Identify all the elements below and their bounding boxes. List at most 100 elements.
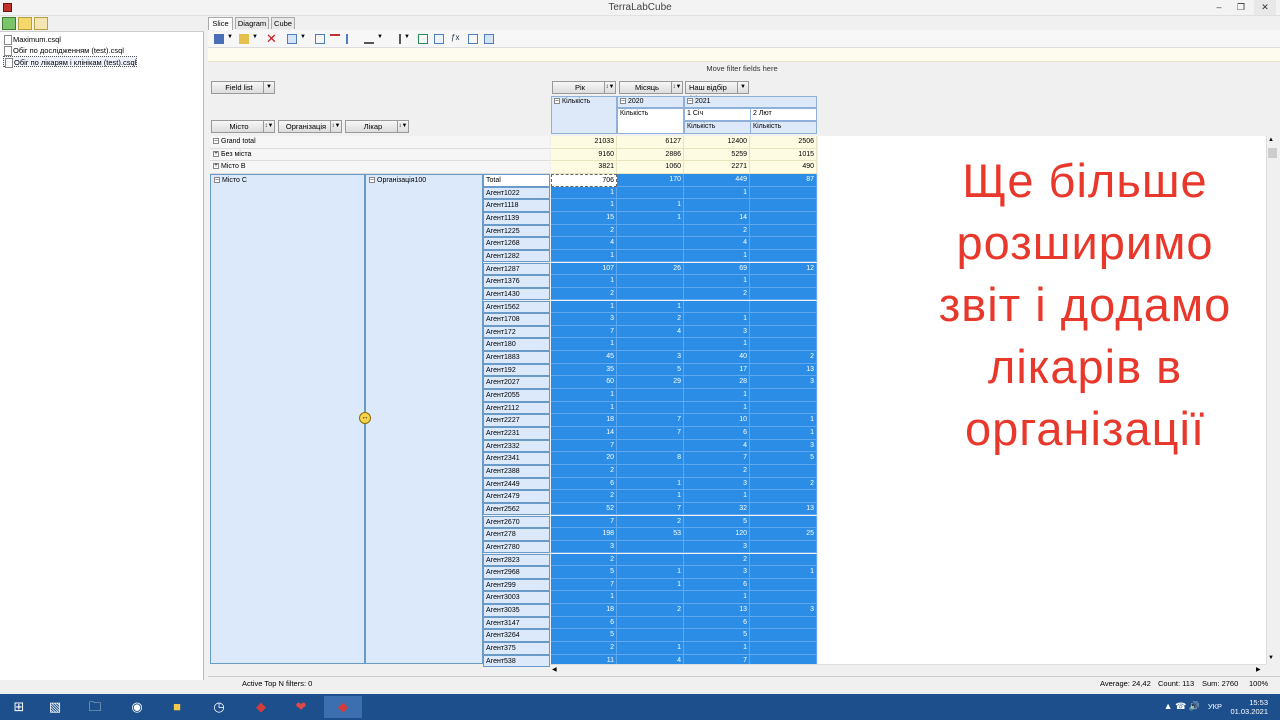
clock-app-icon[interactable]: ◷ — [200, 696, 238, 718]
open-icon[interactable] — [239, 34, 249, 44]
data-cell[interactable]: 2 — [684, 553, 750, 567]
data-cell[interactable]: 107 — [551, 262, 617, 276]
data-cell[interactable]: 2 — [551, 642, 617, 655]
agent-row-label[interactable]: Агент1118 — [483, 199, 550, 212]
data-cell[interactable]: 2 — [684, 287, 750, 301]
agent-row-label[interactable]: Агент1225 — [483, 224, 550, 238]
total-value-cell[interactable]: 12400 — [684, 136, 750, 149]
data-cell[interactable]: 3 — [750, 439, 817, 453]
data-cell[interactable]: 1 — [551, 401, 617, 415]
data-cell[interactable]: 1 — [617, 300, 684, 314]
file-manager-icon[interactable]: ▧ — [36, 696, 74, 718]
data-cell[interactable]: 1 — [750, 414, 817, 427]
data-cell[interactable]: 3 — [684, 477, 750, 491]
data-cell[interactable]: 45 — [551, 351, 617, 364]
agent-row-label[interactable]: Агент2112 — [483, 401, 550, 415]
save-icon[interactable] — [214, 34, 224, 44]
data-cell[interactable]: 1 — [684, 389, 750, 402]
data-cell[interactable]: 87 — [750, 174, 817, 187]
data-cell[interactable]: 7 — [551, 515, 617, 529]
data-cell[interactable] — [750, 325, 817, 339]
total-row-label[interactable]: + Місто B — [210, 161, 550, 174]
data-cell[interactable] — [617, 553, 684, 567]
new-cube-icon[interactable] — [2, 17, 16, 30]
agent-row-label[interactable]: Агент1708 — [483, 313, 550, 326]
total-value-cell[interactable]: 6127 — [617, 136, 684, 149]
total-value-cell[interactable]: 21033 — [551, 136, 617, 149]
data-cell[interactable] — [750, 338, 817, 352]
agent-row-label[interactable]: Агент278 — [483, 528, 550, 541]
header-measure[interactable]: – Кількість — [551, 96, 617, 134]
data-cell[interactable]: 1 — [684, 186, 750, 200]
delete-icon[interactable]: ✕ — [266, 31, 277, 47]
windows-start-icon[interactable]: ⊞ — [0, 696, 38, 718]
data-cell[interactable]: 3 — [750, 604, 817, 617]
header-month-1[interactable]: 1 Січ — [684, 108, 751, 121]
agent-row-label[interactable]: Агент1430 — [483, 287, 550, 301]
agent-row-label[interactable]: Агент3264 — [483, 629, 550, 642]
data-cell[interactable] — [750, 300, 817, 314]
data-cell[interactable]: 1 — [551, 199, 617, 212]
restore-icon[interactable]: ❐ — [1230, 0, 1252, 15]
explorer-icon[interactable]: 🗀 — [76, 696, 114, 718]
data-cell[interactable]: 6 — [551, 477, 617, 491]
data-cell[interactable]: 1 — [617, 642, 684, 655]
total-value-cell[interactable]: 9160 — [551, 148, 617, 162]
data-cell[interactable]: 1 — [617, 211, 684, 225]
data-cell[interactable]: 53 — [617, 528, 684, 541]
data-cell[interactable] — [684, 300, 750, 314]
data-cell[interactable]: 5 — [750, 452, 817, 465]
agent-row-label[interactable]: Агент1287 — [483, 262, 550, 276]
scroll-up-icon[interactable]: ▲ — [1268, 137, 1274, 143]
data-cell[interactable]: 1 — [551, 186, 617, 200]
data-cell[interactable] — [750, 237, 817, 250]
data-cell[interactable]: 1 — [551, 249, 617, 263]
minimize-icon[interactable]: – — [1208, 0, 1230, 15]
data-cell[interactable]: 13 — [750, 363, 817, 377]
formula-icon[interactable]: ƒx — [451, 33, 459, 42]
data-cell[interactable]: 2 — [617, 604, 684, 617]
agent-row-label[interactable]: Агент375 — [483, 642, 550, 655]
data-cell[interactable] — [750, 578, 817, 592]
row-field-misto[interactable]: Місто ↕▼ — [211, 120, 275, 133]
data-cell[interactable]: 1 — [684, 313, 750, 326]
agent-row-label[interactable]: Агент172 — [483, 325, 550, 339]
data-cell[interactable]: 1 — [617, 566, 684, 579]
data-cell[interactable]: 1 — [551, 591, 617, 605]
data-cell[interactable] — [617, 287, 684, 301]
chevron-down-icon[interactable]: ▼ — [404, 34, 410, 40]
total-row-label[interactable]: – Grand total — [210, 136, 550, 149]
data-cell[interactable]: 4 — [684, 237, 750, 250]
data-cell[interactable]: 7 — [551, 325, 617, 339]
data-cell[interactable] — [750, 616, 817, 630]
agent-row-label[interactable]: Агент299 — [483, 578, 550, 592]
agent-row-label[interactable]: Агент1022 — [483, 186, 550, 200]
data-cell[interactable]: 2 — [684, 224, 750, 238]
chart-icon[interactable] — [434, 34, 444, 44]
header-year-2020[interactable]: –2020 — [617, 96, 684, 108]
agent-row-label[interactable]: Агент2562 — [483, 502, 550, 516]
data-cell[interactable] — [617, 464, 684, 478]
collapse-icon[interactable]: – — [369, 177, 375, 184]
agent-row-label[interactable]: Агент1268 — [483, 237, 550, 250]
org-total-label[interactable]: Total — [483, 174, 550, 187]
data-cell[interactable]: 120 — [684, 528, 750, 541]
data-cell[interactable]: 6 — [684, 427, 750, 440]
data-cell[interactable]: 3 — [551, 540, 617, 554]
data-cell[interactable]: 13 — [750, 502, 817, 516]
clock[interactable]: 15:53 01.03.2021 — [1230, 698, 1268, 716]
data-cell[interactable]: 2 — [684, 464, 750, 478]
total-value-cell[interactable]: 2271 — [684, 161, 750, 174]
agent-row-label[interactable]: Агент2231 — [483, 427, 550, 440]
agent-row-label[interactable]: Агент2341 — [483, 452, 550, 465]
header-month-2[interactable]: 2 Лют — [750, 108, 817, 121]
total-value-cell[interactable]: 1015 — [750, 148, 817, 162]
expand-icon[interactable]: + — [213, 163, 219, 170]
total-value-cell[interactable]: 2886 — [617, 148, 684, 162]
data-cell[interactable]: 52 — [551, 502, 617, 516]
data-cell[interactable] — [750, 211, 817, 225]
data-cell[interactable] — [750, 249, 817, 263]
column-field-misiats[interactable]: Місяць ↕▼ — [619, 81, 683, 94]
data-cell[interactable] — [750, 401, 817, 415]
column-field-nash-vidbir[interactable]: Наш відбір (2) ▼ — [685, 81, 749, 103]
